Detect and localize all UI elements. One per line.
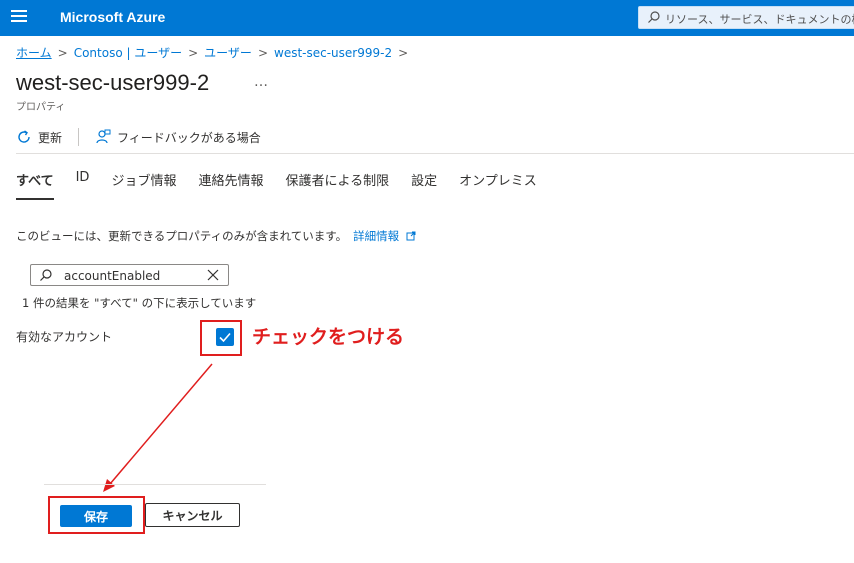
account-enabled-checkbox[interactable] <box>216 328 234 346</box>
feedback-label: フィードバックがある場合 <box>117 130 261 145</box>
learn-more-label: 詳細情報 <box>353 229 400 243</box>
breadcrumb-contoso-users[interactable]: Contoso | ユーザー <box>74 46 182 60</box>
toolbar-divider <box>78 128 80 146</box>
tab-bar: すべて ID ジョブ情報 連絡先情報 保護者による制限 設定 オンプレミス <box>16 170 559 200</box>
breadcrumb-home[interactable]: ホーム <box>16 46 52 60</box>
breadcrumb-users[interactable]: ユーザー <box>204 46 252 60</box>
search-icon <box>648 11 660 23</box>
external-link-icon <box>406 231 416 241</box>
save-button[interactable]: 保存 <box>60 505 132 527</box>
breadcrumb: ホーム > Contoso | ユーザー > ユーザー > west-sec-user999… <box>16 44 414 61</box>
breadcrumb-separator: > <box>398 46 409 60</box>
tab-settings[interactable]: 設定 <box>411 170 437 200</box>
info-text: このビューには、更新できるプロパティのみが含まれています。 <box>16 229 348 243</box>
property-filter-input[interactable]: accountEnabled <box>30 264 229 286</box>
info-message: このビューには、更新できるプロパティのみが含まれています。 詳細情報 <box>16 228 416 244</box>
tab-contact-info[interactable]: 連絡先情報 <box>198 170 263 200</box>
refresh-label: 更新 <box>38 130 63 145</box>
clear-icon[interactable] <box>206 268 220 282</box>
page-subtitle: プロパティ <box>16 102 66 113</box>
filter-value: accountEnabled <box>64 269 161 283</box>
top-bar: Microsoft Azure リソース、サービス、ドキュメントの検索 (G <box>0 0 854 36</box>
breadcrumb-separator: > <box>257 46 268 60</box>
breadcrumb-user[interactable]: west-sec-user999-2 <box>274 46 392 60</box>
checkmark-icon <box>219 332 231 343</box>
footer-divider <box>44 484 266 485</box>
tab-id[interactable]: ID <box>76 170 90 200</box>
refresh-button[interactable]: 更新 <box>16 129 62 146</box>
refresh-icon <box>18 130 30 143</box>
brand-title[interactable]: Microsoft Azure <box>60 9 165 25</box>
tab-parental-controls[interactable]: 保護者による制限 <box>285 170 389 200</box>
cancel-button[interactable]: キャンセル <box>145 503 240 527</box>
search-placeholder: リソース、サービス、ドキュメントの検索 (G <box>665 13 854 26</box>
toolbar-divider-line <box>16 153 854 154</box>
more-options-button[interactable]: … <box>254 74 268 90</box>
page-title: west-sec-user999-2 <box>16 70 210 95</box>
breadcrumb-separator: > <box>57 46 68 60</box>
learn-more-link[interactable]: 詳細情報 <box>353 229 416 243</box>
menu-icon[interactable] <box>11 10 27 24</box>
feedback-icon <box>96 129 111 144</box>
filter-result-text: 1 件の結果を "すべて" の下に表示しています <box>22 296 257 310</box>
tab-job-info[interactable]: ジョブ情報 <box>111 170 176 200</box>
breadcrumb-separator: > <box>188 46 199 60</box>
tab-on-premises[interactable]: オンプレミス <box>459 170 537 200</box>
toolbar: 更新 フィードバックがある場合 <box>16 126 261 148</box>
search-box[interactable]: リソース、サービス、ドキュメントの検索 (G <box>638 6 854 29</box>
annotation-text: チェックをつける <box>252 326 405 348</box>
tab-all[interactable]: すべて <box>16 170 54 200</box>
feedback-button[interactable]: フィードバックがある場合 <box>95 129 261 146</box>
search-icon <box>40 269 52 281</box>
account-enabled-label: 有効なアカウント <box>16 330 113 344</box>
